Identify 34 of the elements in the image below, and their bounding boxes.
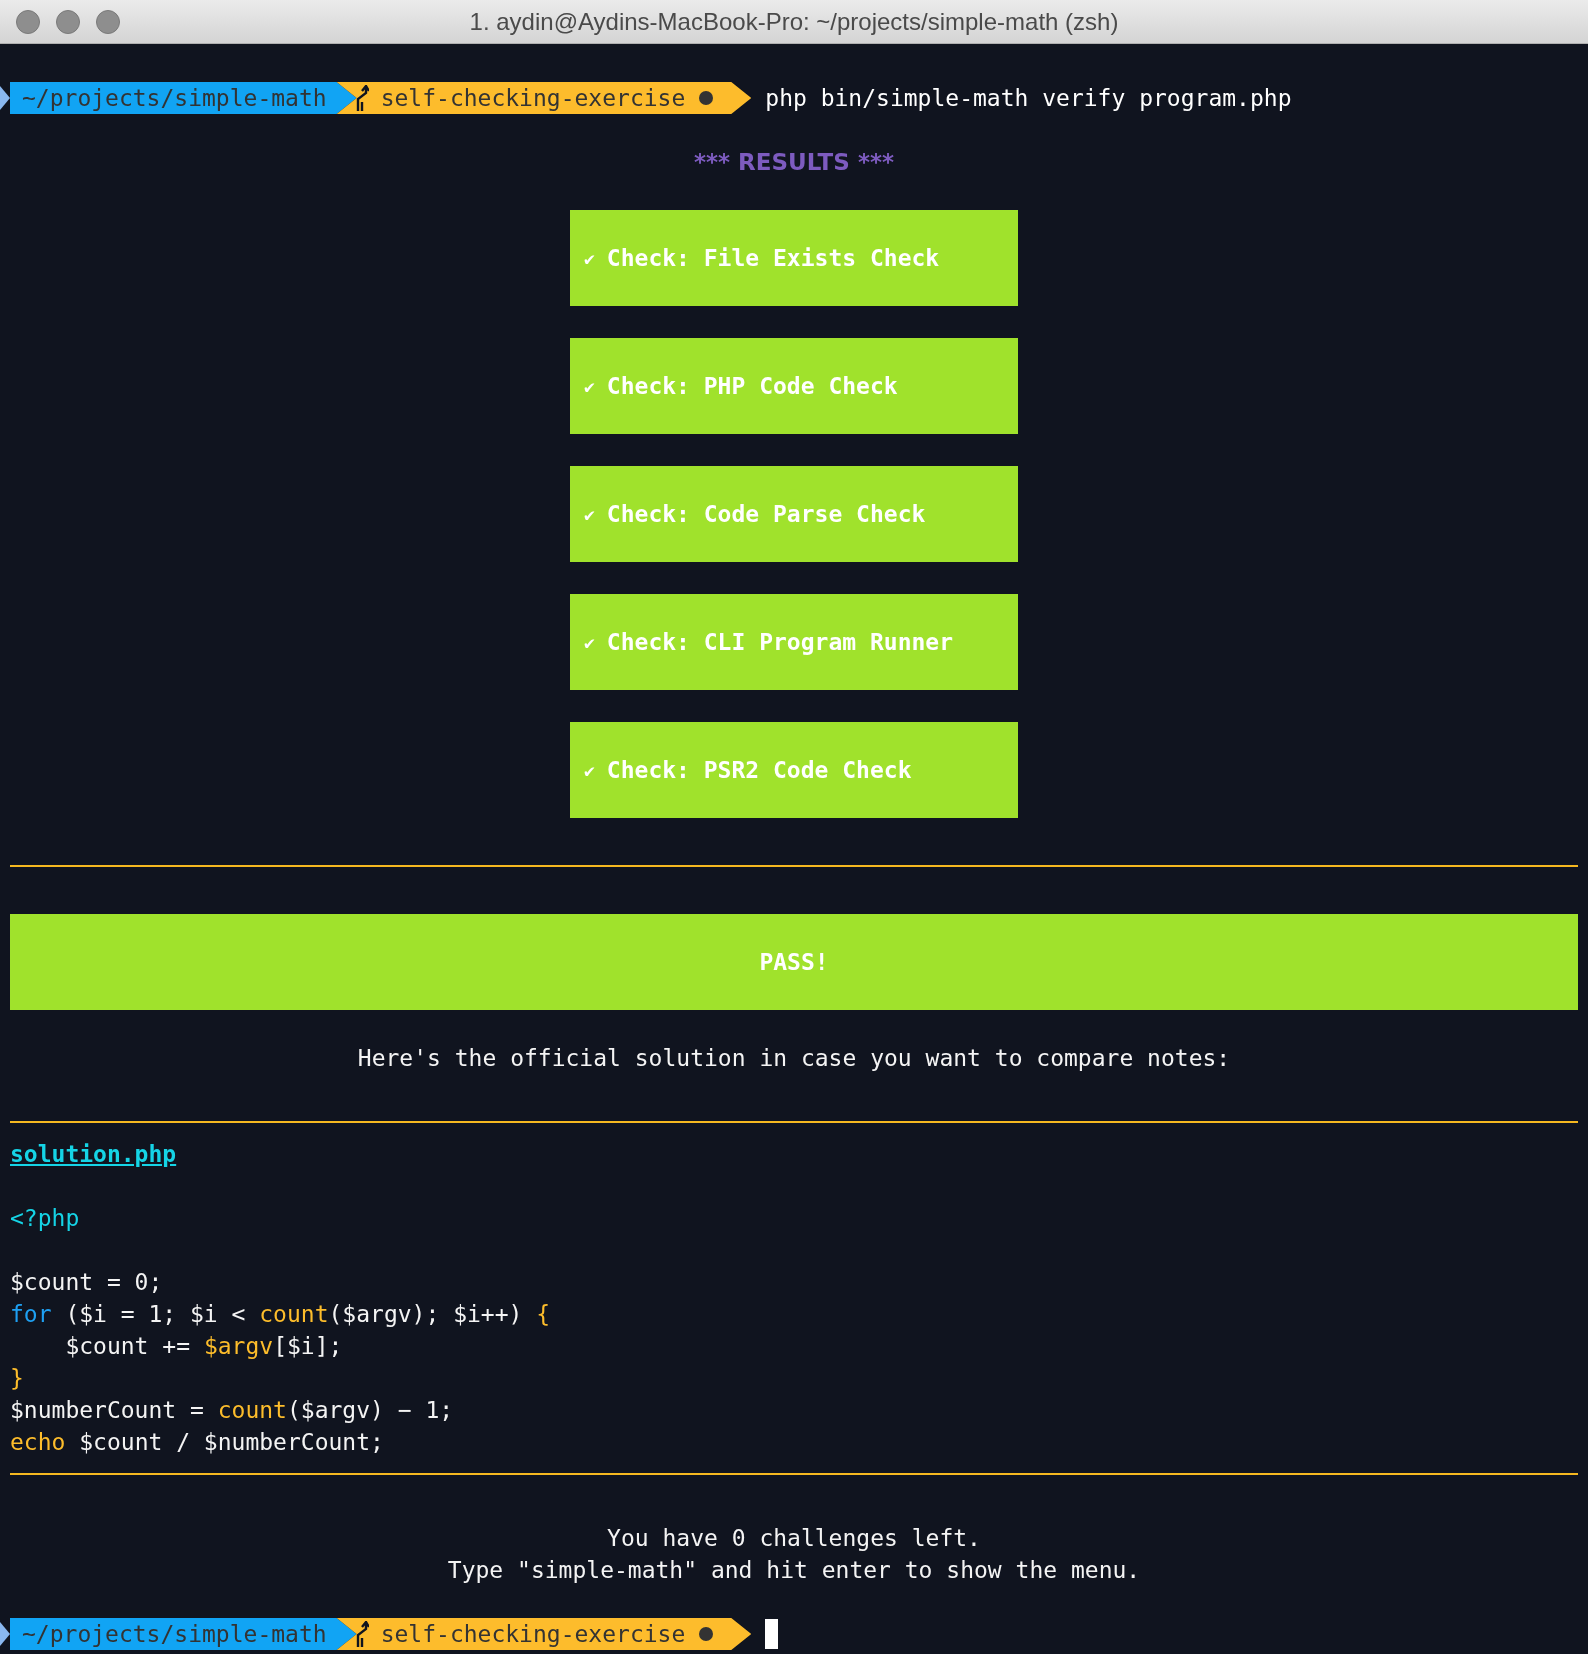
zoom-button[interactable] bbox=[96, 10, 120, 34]
solution-intro: Here's the official solution in case you want to compare notes: bbox=[357, 1044, 1231, 1073]
branch-icon bbox=[354, 85, 369, 111]
branch-segment: self-checking-exercise bbox=[336, 1618, 752, 1650]
code-line: $count = 0; bbox=[10, 1268, 163, 1297]
check-mark: ✔ bbox=[584, 759, 595, 781]
check-mark: ✔ bbox=[584, 631, 595, 653]
path-segment: ~/projects/simple-math bbox=[10, 1618, 357, 1650]
footer-message: Type "simple-math" and hit enter to show the menu. bbox=[447, 1556, 1141, 1585]
footer-message: You have 0 challenges left. bbox=[607, 1524, 981, 1553]
check-mark: ✔ bbox=[584, 247, 595, 269]
check-label: Check: PSR2 Code Check bbox=[606, 757, 912, 783]
branch-segment: self-checking-exercise bbox=[336, 82, 752, 114]
command-text: php bin/simple-math verify program.php bbox=[765, 84, 1292, 113]
branch-icon bbox=[354, 1621, 369, 1647]
code-line: } bbox=[10, 1364, 24, 1393]
window-title: 1. aydin@Aydins-MacBook-Pro: ~/projects/simple-math (zsh) bbox=[469, 7, 1119, 36]
code-line: $count += $argv[$i]; bbox=[64, 1332, 343, 1361]
verdict-text: PASS! bbox=[759, 949, 829, 975]
check-label: Check: PHP Code Check bbox=[606, 373, 898, 399]
check-label: Check: Code Parse Check bbox=[606, 501, 926, 527]
solution-filename: solution.php bbox=[10, 1140, 177, 1169]
check-mark: ✔ bbox=[584, 503, 595, 525]
results-heading: *** RESULTS *** bbox=[694, 148, 894, 177]
code-line: $numberCount = count($argv) − 1; bbox=[10, 1396, 454, 1425]
code-line: echo $count / $numberCount; bbox=[10, 1428, 384, 1457]
code-line: for ($i = 1; $i < count($argv); $i++) { bbox=[10, 1300, 551, 1329]
minimize-button[interactable] bbox=[56, 10, 80, 34]
check-label: Check: File Exists Check bbox=[606, 245, 940, 271]
check-label: Check: CLI Program Runner bbox=[606, 629, 954, 655]
path-segment: ~/projects/simple-math bbox=[10, 82, 357, 114]
close-button[interactable] bbox=[16, 10, 40, 34]
check-mark: ✔ bbox=[584, 375, 595, 397]
code-line: <?php bbox=[10, 1204, 80, 1233]
